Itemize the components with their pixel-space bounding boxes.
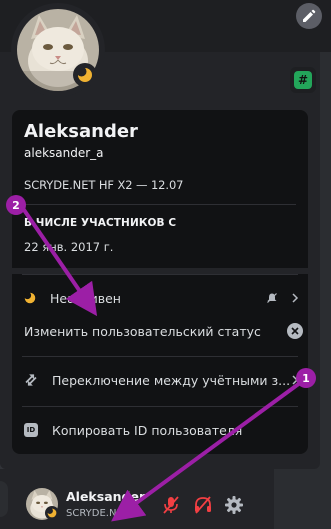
moon-icon [47,508,57,518]
profile-info-box: Aleksander aleksander_a SCRYDE.NET HF X2… [12,110,308,268]
edit-profile-button[interactable] [296,3,322,29]
actions-menu: Неактивен Изменить пользовательский стат… [12,274,308,454]
copy-user-id-row[interactable]: ID Копировать ID пользователя [12,414,308,446]
moon-icon [77,67,92,82]
avatar-status-indicator [73,63,97,87]
annotation-marker-1: 1 [296,368,316,388]
divider [22,356,298,357]
username: aleksander_a [24,146,104,160]
divider [22,274,298,275]
pencil-icon [303,9,316,22]
member-since-date: 22 янв. 2017 г. [24,240,114,254]
mute-microphone-button[interactable] [159,493,183,517]
divider [24,204,296,205]
divider [22,406,298,407]
id-icon: ID [24,423,38,437]
profile-badge[interactable]: # [290,67,316,93]
status-selector[interactable]: Неактивен [12,282,308,314]
notifications-off-icon [267,293,277,303]
chevron-right-icon [292,293,299,303]
deafen-button[interactable] [191,493,215,517]
user-panel-name[interactable]: Aleksander [66,489,145,504]
gear-icon [225,496,243,514]
status-label: Неактивен [50,290,121,306]
switch-accounts-label: Переключение между учётными з... [52,372,291,388]
panel-edge [274,469,331,529]
moon-icon [24,292,36,304]
switch-accounts-icon [25,374,37,386]
clear-status-button[interactable] [287,323,303,339]
copy-id-label: Копировать ID пользователя [52,422,243,438]
edit-custom-status-row[interactable]: Изменить пользовательский статус [12,315,308,347]
user-settings-button[interactable] [222,493,246,517]
user-panel-status [45,506,59,520]
custom-status-text: SCRYDE.NET HF X2 — 12.07 [24,178,184,192]
member-since-title: В ЧИСЛЕ УЧАСТНИКОВ С [24,217,177,229]
panel-edge [0,481,8,517]
switch-accounts-row[interactable]: Переключение между учётными з... [12,364,308,396]
user-panel-status-text: SCRYDE.NET... [66,508,138,519]
mic-muted-icon [163,496,179,514]
annotation-marker-2: 2 [6,195,26,215]
display-name: Aleksander [24,121,138,142]
headphones-muted-icon [195,496,211,514]
clear-icon [291,327,299,335]
edit-status-label: Изменить пользовательский статус [24,323,261,339]
hashtag-badge-icon: # [294,71,312,89]
